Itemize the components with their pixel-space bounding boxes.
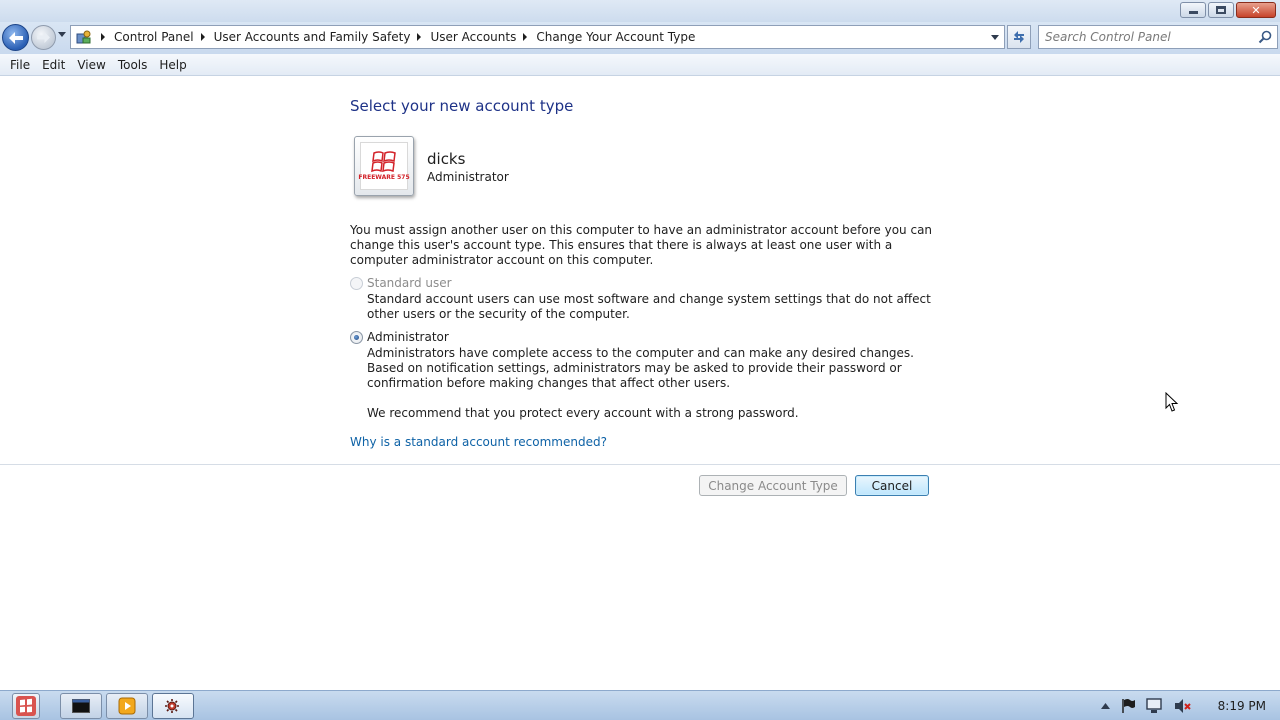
breadcrumb-arrow-icon[interactable] [523, 33, 528, 41]
system-tray: 8:19 PM [1100, 691, 1280, 720]
window-controls: ✕ [1180, 2, 1276, 18]
recent-pages-dropdown[interactable] [58, 32, 66, 37]
breadcrumb-user-accounts[interactable]: User Accounts [430, 30, 516, 44]
refresh-button[interactable] [1007, 25, 1031, 49]
menu-file[interactable]: File [4, 58, 36, 72]
window-caption: ✕ [0, 0, 1280, 22]
breadcrumb-change-account-type[interactable]: Change Your Account Type [536, 30, 695, 44]
standard-user-description: Standard account users can use most soft… [367, 292, 931, 321]
administrator-label[interactable]: Administrator [367, 330, 449, 344]
user-role: Administrator [427, 170, 509, 184]
help-link[interactable]: Why is a standard account recommended? [350, 435, 607, 449]
page-title: Select your new account type [350, 97, 574, 115]
password-recommendation: We recommend that you protect every acco… [367, 406, 799, 420]
user-picture: FREEWARE 575 [354, 136, 414, 196]
minimize-button[interactable] [1180, 2, 1206, 18]
mouse-cursor-icon [1165, 392, 1179, 412]
address-dropdown-icon[interactable] [991, 35, 999, 40]
settings-gear-icon [165, 699, 179, 713]
breadcrumb: Control Panel User Accounts and Family S… [94, 30, 695, 44]
start-button[interactable] [12, 693, 40, 719]
cancel-button[interactable]: Cancel [855, 475, 929, 496]
menu-tools[interactable]: Tools [112, 58, 154, 72]
standard-user-radio[interactable] [350, 276, 363, 290]
freeware-logo-icon [371, 151, 396, 173]
search-box[interactable] [1038, 25, 1278, 49]
start-logo-icon [16, 696, 36, 716]
standard-user-option: Standard user [350, 276, 452, 290]
address-bar[interactable]: Control Panel User Accounts and Family S… [70, 25, 1005, 49]
breadcrumb-arrow-icon[interactable] [101, 33, 105, 41]
maximize-button[interactable] [1208, 2, 1234, 18]
minimize-icon [1188, 11, 1198, 14]
close-button[interactable]: ✕ [1236, 2, 1276, 18]
media-player-icon [118, 697, 136, 715]
taskbar-control-panel-button[interactable] [152, 693, 194, 719]
forward-button[interactable] [31, 25, 56, 50]
menu-help[interactable]: Help [153, 58, 192, 72]
menu-view[interactable]: View [71, 58, 111, 72]
show-hidden-icons-icon[interactable] [1100, 703, 1110, 709]
user-avatar: FREEWARE 575 [358, 142, 410, 190]
warning-text: You must assign another user on this com… [350, 223, 933, 267]
action-center-flag-icon[interactable] [1120, 698, 1136, 714]
back-button[interactable] [2, 24, 29, 51]
network-icon[interactable] [1145, 698, 1164, 714]
breadcrumb-user-accounts-family-safety[interactable]: User Accounts and Family Safety [214, 30, 411, 44]
search-icon[interactable] [1258, 30, 1272, 44]
back-arrow-icon [8, 31, 23, 44]
breadcrumb-control-panel[interactable]: Control Panel [114, 30, 194, 44]
breadcrumb-arrow-icon[interactable] [417, 33, 422, 41]
administrator-description: Administrators have complete access to t… [367, 346, 914, 390]
administrator-radio[interactable] [350, 330, 363, 344]
refresh-icon [1014, 31, 1024, 43]
user-name: dicks [427, 150, 466, 168]
taskbar-media-player-button[interactable] [106, 693, 148, 719]
breadcrumb-arrow-icon[interactable] [200, 33, 205, 41]
volume-muted-icon[interactable] [1174, 698, 1192, 714]
menu-bar: File Edit View Tools Help [0, 54, 1280, 76]
search-input[interactable] [1045, 30, 1255, 44]
taskbar-cmd-button[interactable] [60, 693, 102, 719]
administrator-option: Administrator [350, 330, 449, 344]
avatar-caption: FREEWARE 575 [358, 174, 410, 181]
taskbar-clock[interactable]: 8:19 PM [1218, 699, 1266, 713]
restore-icon [1216, 6, 1226, 14]
standard-user-label: Standard user [367, 276, 452, 290]
control-panel-icon [74, 27, 94, 47]
taskbar: 8:19 PM [0, 690, 1280, 720]
navigation-bar: Control Panel User Accounts and Family S… [0, 22, 1280, 54]
forward-arrow-icon [37, 32, 50, 43]
change-account-type-button[interactable]: Change Account Type [699, 475, 847, 496]
command-prompt-icon [72, 699, 90, 713]
close-icon: ✕ [1251, 3, 1261, 17]
divider [0, 464, 1280, 465]
menu-edit[interactable]: Edit [36, 58, 71, 72]
